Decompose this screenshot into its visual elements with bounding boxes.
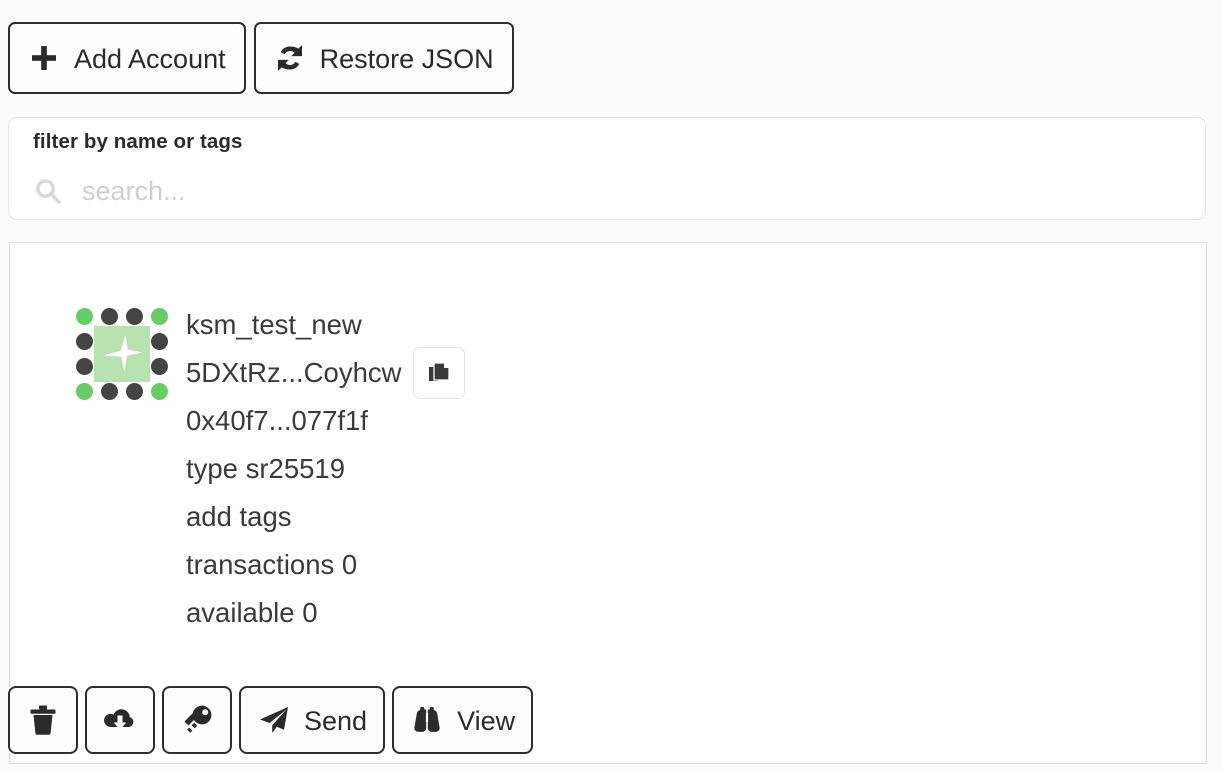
copy-icon [426, 360, 452, 386]
cloud-download-icon [103, 703, 137, 737]
account-identicon [72, 304, 172, 404]
account-add-tags[interactable]: add tags [186, 493, 465, 541]
account-manager-page: Add Account Restore JSON filter by name … [0, 0, 1222, 772]
account-type: type sr25519 [186, 453, 345, 484]
view-button[interactable]: View [392, 686, 534, 754]
change-password-button[interactable] [162, 686, 232, 754]
copy-address-button[interactable] [413, 347, 466, 399]
paper-plane-icon [257, 703, 291, 737]
view-label: View [457, 705, 516, 736]
add-account-button[interactable]: Add Account [8, 22, 246, 94]
account-transactions: transactions 0 [186, 549, 358, 580]
search-icon [33, 176, 63, 206]
send-button[interactable]: Send [239, 686, 386, 754]
account-address-row: 5DXtRz...Coyhcw [186, 347, 466, 399]
restore-json-button[interactable]: Restore JSON [253, 22, 514, 94]
filter-panel: filter by name or tags [8, 117, 1206, 220]
restore-json-label: Restore JSON [319, 43, 494, 74]
account-public-key: 0x40f7...077f1f [186, 405, 368, 436]
plus-icon [28, 42, 60, 74]
account-name: ksm_test_new [186, 309, 362, 340]
key-icon [180, 703, 214, 737]
account-available-balance: available 0 [186, 597, 318, 628]
account-action-bar: Send View [8, 686, 534, 754]
account-details: ksm_test_new 5DXtRz...Coyhcw 0x40f7...07… [186, 301, 466, 637]
delete-button[interactable] [8, 686, 78, 754]
trash-icon [26, 703, 60, 737]
search-input[interactable] [82, 175, 1162, 207]
add-account-label: Add Account [74, 43, 226, 74]
account-body: ksm_test_new 5DXtRz...Coyhcw 0x40f7...07… [72, 301, 466, 637]
search-row [33, 171, 1162, 211]
account-address: 5DXtRz...Coyhcw [186, 357, 402, 388]
top-toolbar: Add Account Restore JSON [8, 22, 514, 94]
backup-button[interactable] [85, 686, 155, 754]
sparkle-icon [94, 326, 150, 382]
send-label: Send [304, 705, 368, 736]
refresh-icon [274, 42, 306, 74]
filter-panel-title: filter by name or tags [33, 130, 243, 153]
binoculars-icon [410, 703, 444, 737]
